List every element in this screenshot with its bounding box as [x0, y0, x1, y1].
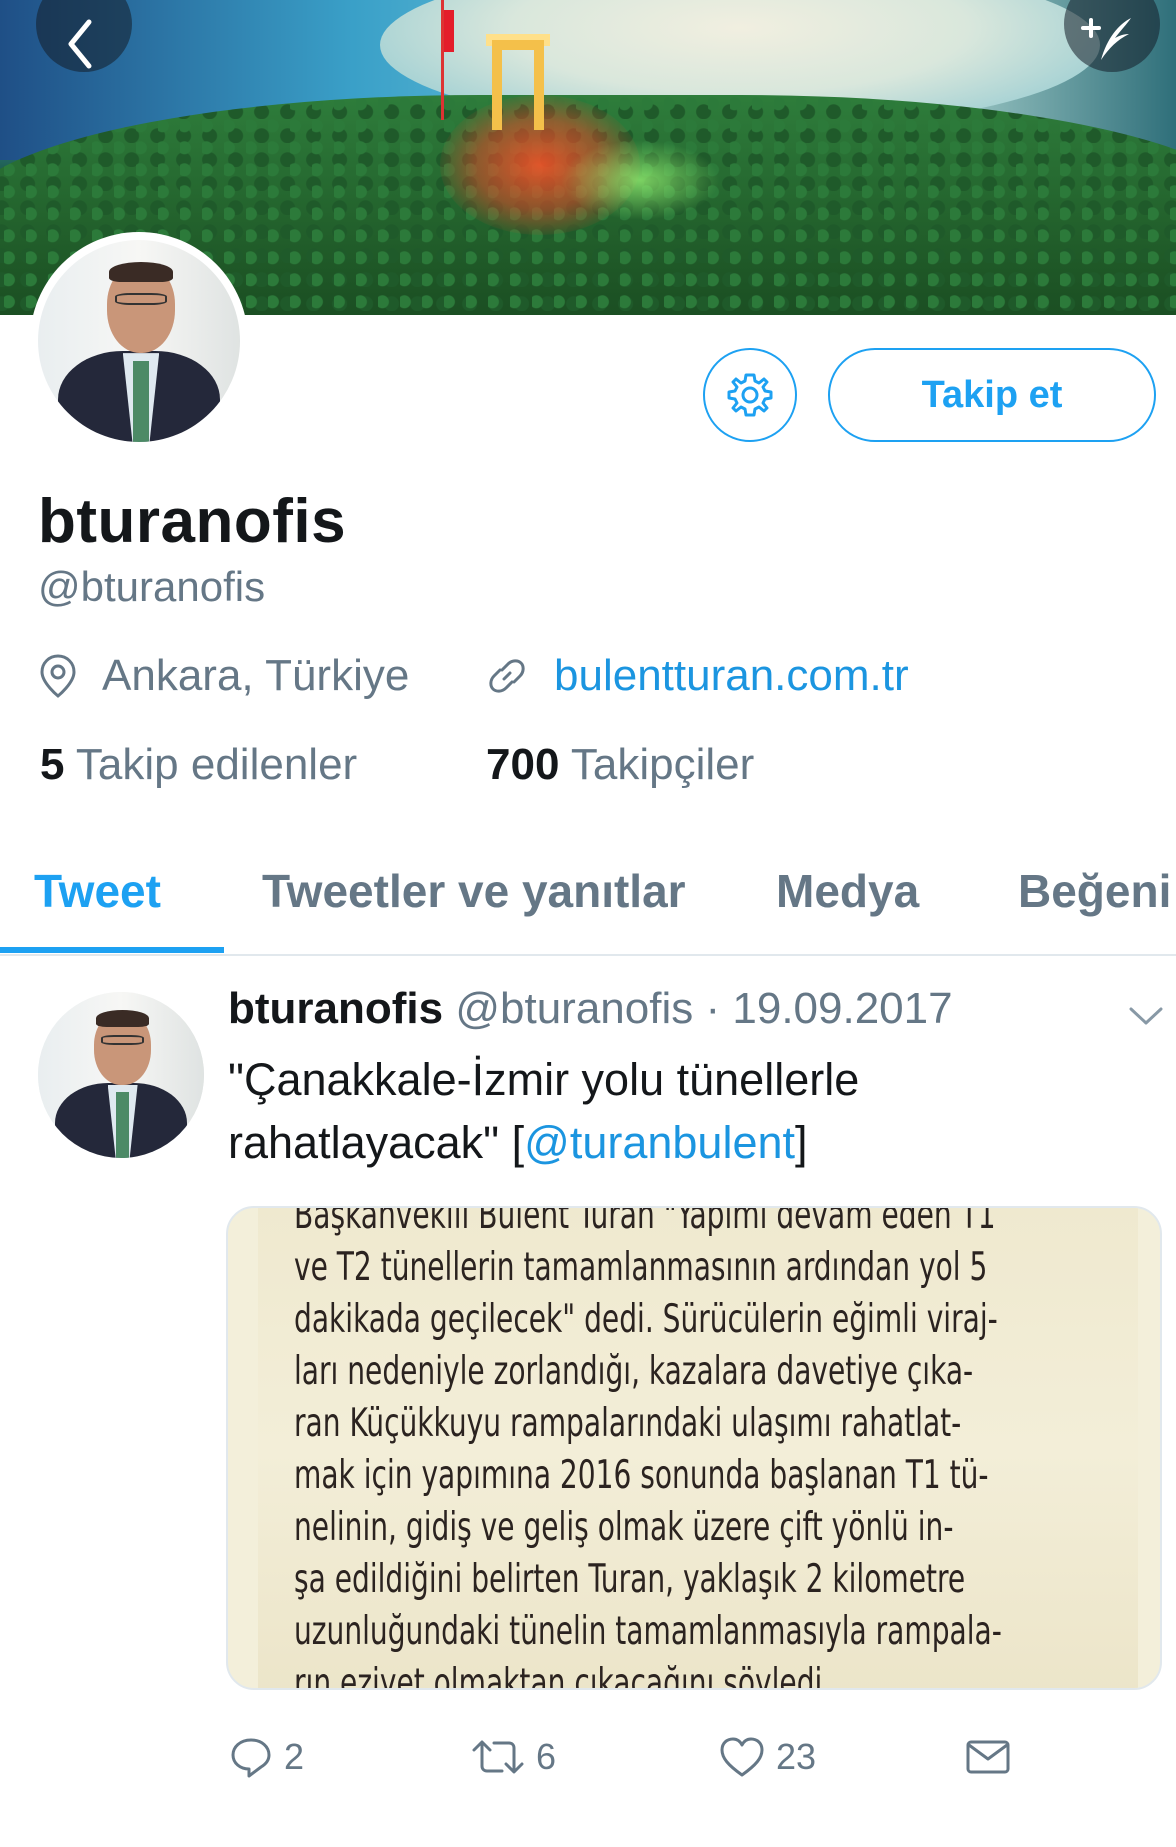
chevron-down-icon [1129, 1007, 1163, 1025]
newspaper-line: mak için yapımına 2016 sonunda başlanan … [294, 1453, 989, 1498]
banner-monument [492, 40, 544, 130]
profile-stats: 5 Takip edilenler 700 Takipçiler [40, 740, 1160, 796]
following-stat[interactable]: 5 Takip edilenler [40, 740, 357, 790]
tweet-avatar[interactable] [38, 992, 204, 1158]
tweet-menu-button[interactable] [1128, 1004, 1164, 1033]
tab-media[interactable]: Medya [776, 852, 919, 954]
tweet-text: "Çanakkale-İzmir yolu tünellerle rahatla… [228, 1048, 1128, 1174]
followers-count: 700 [486, 740, 560, 789]
follow-button[interactable]: Takip et [828, 348, 1156, 442]
tweet-avatar-photo [38, 992, 204, 1158]
tweet-mention[interactable]: @turanbulent [524, 1117, 795, 1168]
compose-tweet-icon [1081, 18, 1131, 60]
tab-tweets[interactable]: Tweet [34, 852, 161, 954]
gear-icon [727, 373, 773, 417]
profile-location: Ankara, Türkiye [38, 648, 409, 704]
location-pin-icon [40, 654, 76, 698]
newspaper-line: ve T2 tünellerin tamamlanmasının ardında… [294, 1245, 988, 1290]
profile-website[interactable]: bulentturan.com.tr [484, 648, 909, 704]
newspaper-line: dakikada geçilecek" dedi. Sürücülerin eğ… [294, 1297, 998, 1342]
avatar-photo [38, 240, 240, 442]
reply-button[interactable]: 2 [228, 1722, 304, 1792]
tweet-separator: · [705, 984, 721, 1033]
reply-icon [231, 1738, 271, 1778]
website-link[interactable]: bulentturan.com.tr [554, 651, 909, 701]
newspaper-line: ran Küçükkuyu rampalarındaki ulaşımı rah… [294, 1401, 962, 1446]
newspaper-text: Başkanvekili Bülent Turan "Yapımı devam … [294, 1206, 1126, 1690]
back-arrow-icon [68, 19, 92, 69]
profile-meta: Ankara, Türkiye bulentturan.com.tr [38, 648, 1158, 704]
newspaper-line: nelinin, gidiş ve geliş olmak üzere çift… [294, 1505, 954, 1550]
profile-tabs: Tweet Tweetler ve yanıtlar Medya Beğeni [0, 852, 1176, 956]
following-count: 5 [40, 740, 65, 789]
direct-message-button[interactable] [964, 1722, 1012, 1792]
profile-display-name: bturanofis [38, 487, 347, 556]
profile-handle: @bturanofis [38, 563, 266, 610]
tab-likes[interactable]: Beğeni [1018, 852, 1171, 954]
retweet-button[interactable]: 6 [470, 1722, 556, 1792]
link-icon [489, 659, 525, 693]
followers-stat[interactable]: 700 Takipçiler [486, 740, 754, 790]
retweet-count: 6 [536, 1736, 557, 1777]
location-text: Ankara, Türkiye [102, 651, 410, 700]
tweet-text-line-1: "Çanakkale-İzmir yolu tünellerle [228, 1054, 860, 1105]
retweet-icon [472, 1740, 524, 1774]
tweet-text-prefix: rahatlayacak" [ [228, 1117, 525, 1168]
newspaper-line: ları nedeniyle zorlandığı, kazalara dave… [294, 1349, 974, 1394]
active-tab-indicator [0, 947, 224, 953]
banner-green-light [560, 140, 720, 220]
banner-flag [444, 10, 454, 52]
heart-icon [720, 1737, 764, 1777]
newspaper-line: şa edildiğini belirten Turan, yaklaşık 2… [294, 1557, 966, 1602]
reply-count: 2 [284, 1736, 305, 1777]
tweet-author-handle[interactable]: @bturanofis [455, 984, 693, 1033]
profile-avatar[interactable] [30, 232, 248, 450]
tweet-author-name[interactable]: bturanofis [228, 984, 443, 1033]
newspaper-clipping: Başkanvekili Bülent Turan "Yapımı devam … [258, 1206, 1138, 1690]
profile-settings-button[interactable] [703, 348, 797, 442]
tweet[interactable]: bturanofis @bturanofis · 19.09.2017 "Çan… [0, 956, 1176, 1847]
tweet-text-line-2: rahatlayacak" [@turanbulent] [228, 1111, 1128, 1174]
like-button[interactable]: 23 [718, 1722, 816, 1792]
newspaper-line: uzunluğundaki tünelin tamamlanmasıyla ra… [294, 1609, 1002, 1654]
followers-label: Takipçiler [570, 740, 755, 789]
tweet-actions: 2 6 23 [0, 1722, 1176, 1792]
tweet-header: bturanofis @bturanofis · 19.09.2017 [228, 984, 953, 1044]
newspaper-line: Başkanvekili Bülent Turan "Yapımı devam … [294, 1206, 996, 1238]
like-count: 23 [776, 1736, 817, 1777]
newspaper-line: rın eziyet olmaktan çıkacağını söyledi. [294, 1661, 832, 1690]
tweet-media-image[interactable]: Başkanvekili Bülent Turan "Yapımı devam … [226, 1206, 1162, 1690]
following-label: Takip edilenler [75, 740, 358, 789]
tweet-date[interactable]: 19.09.2017 [732, 984, 952, 1033]
direct-message-icon [966, 1740, 1010, 1774]
tab-tweets-and-replies[interactable]: Tweetler ve yanıtlar [262, 852, 686, 954]
tweet-text-suffix: ] [795, 1117, 808, 1168]
